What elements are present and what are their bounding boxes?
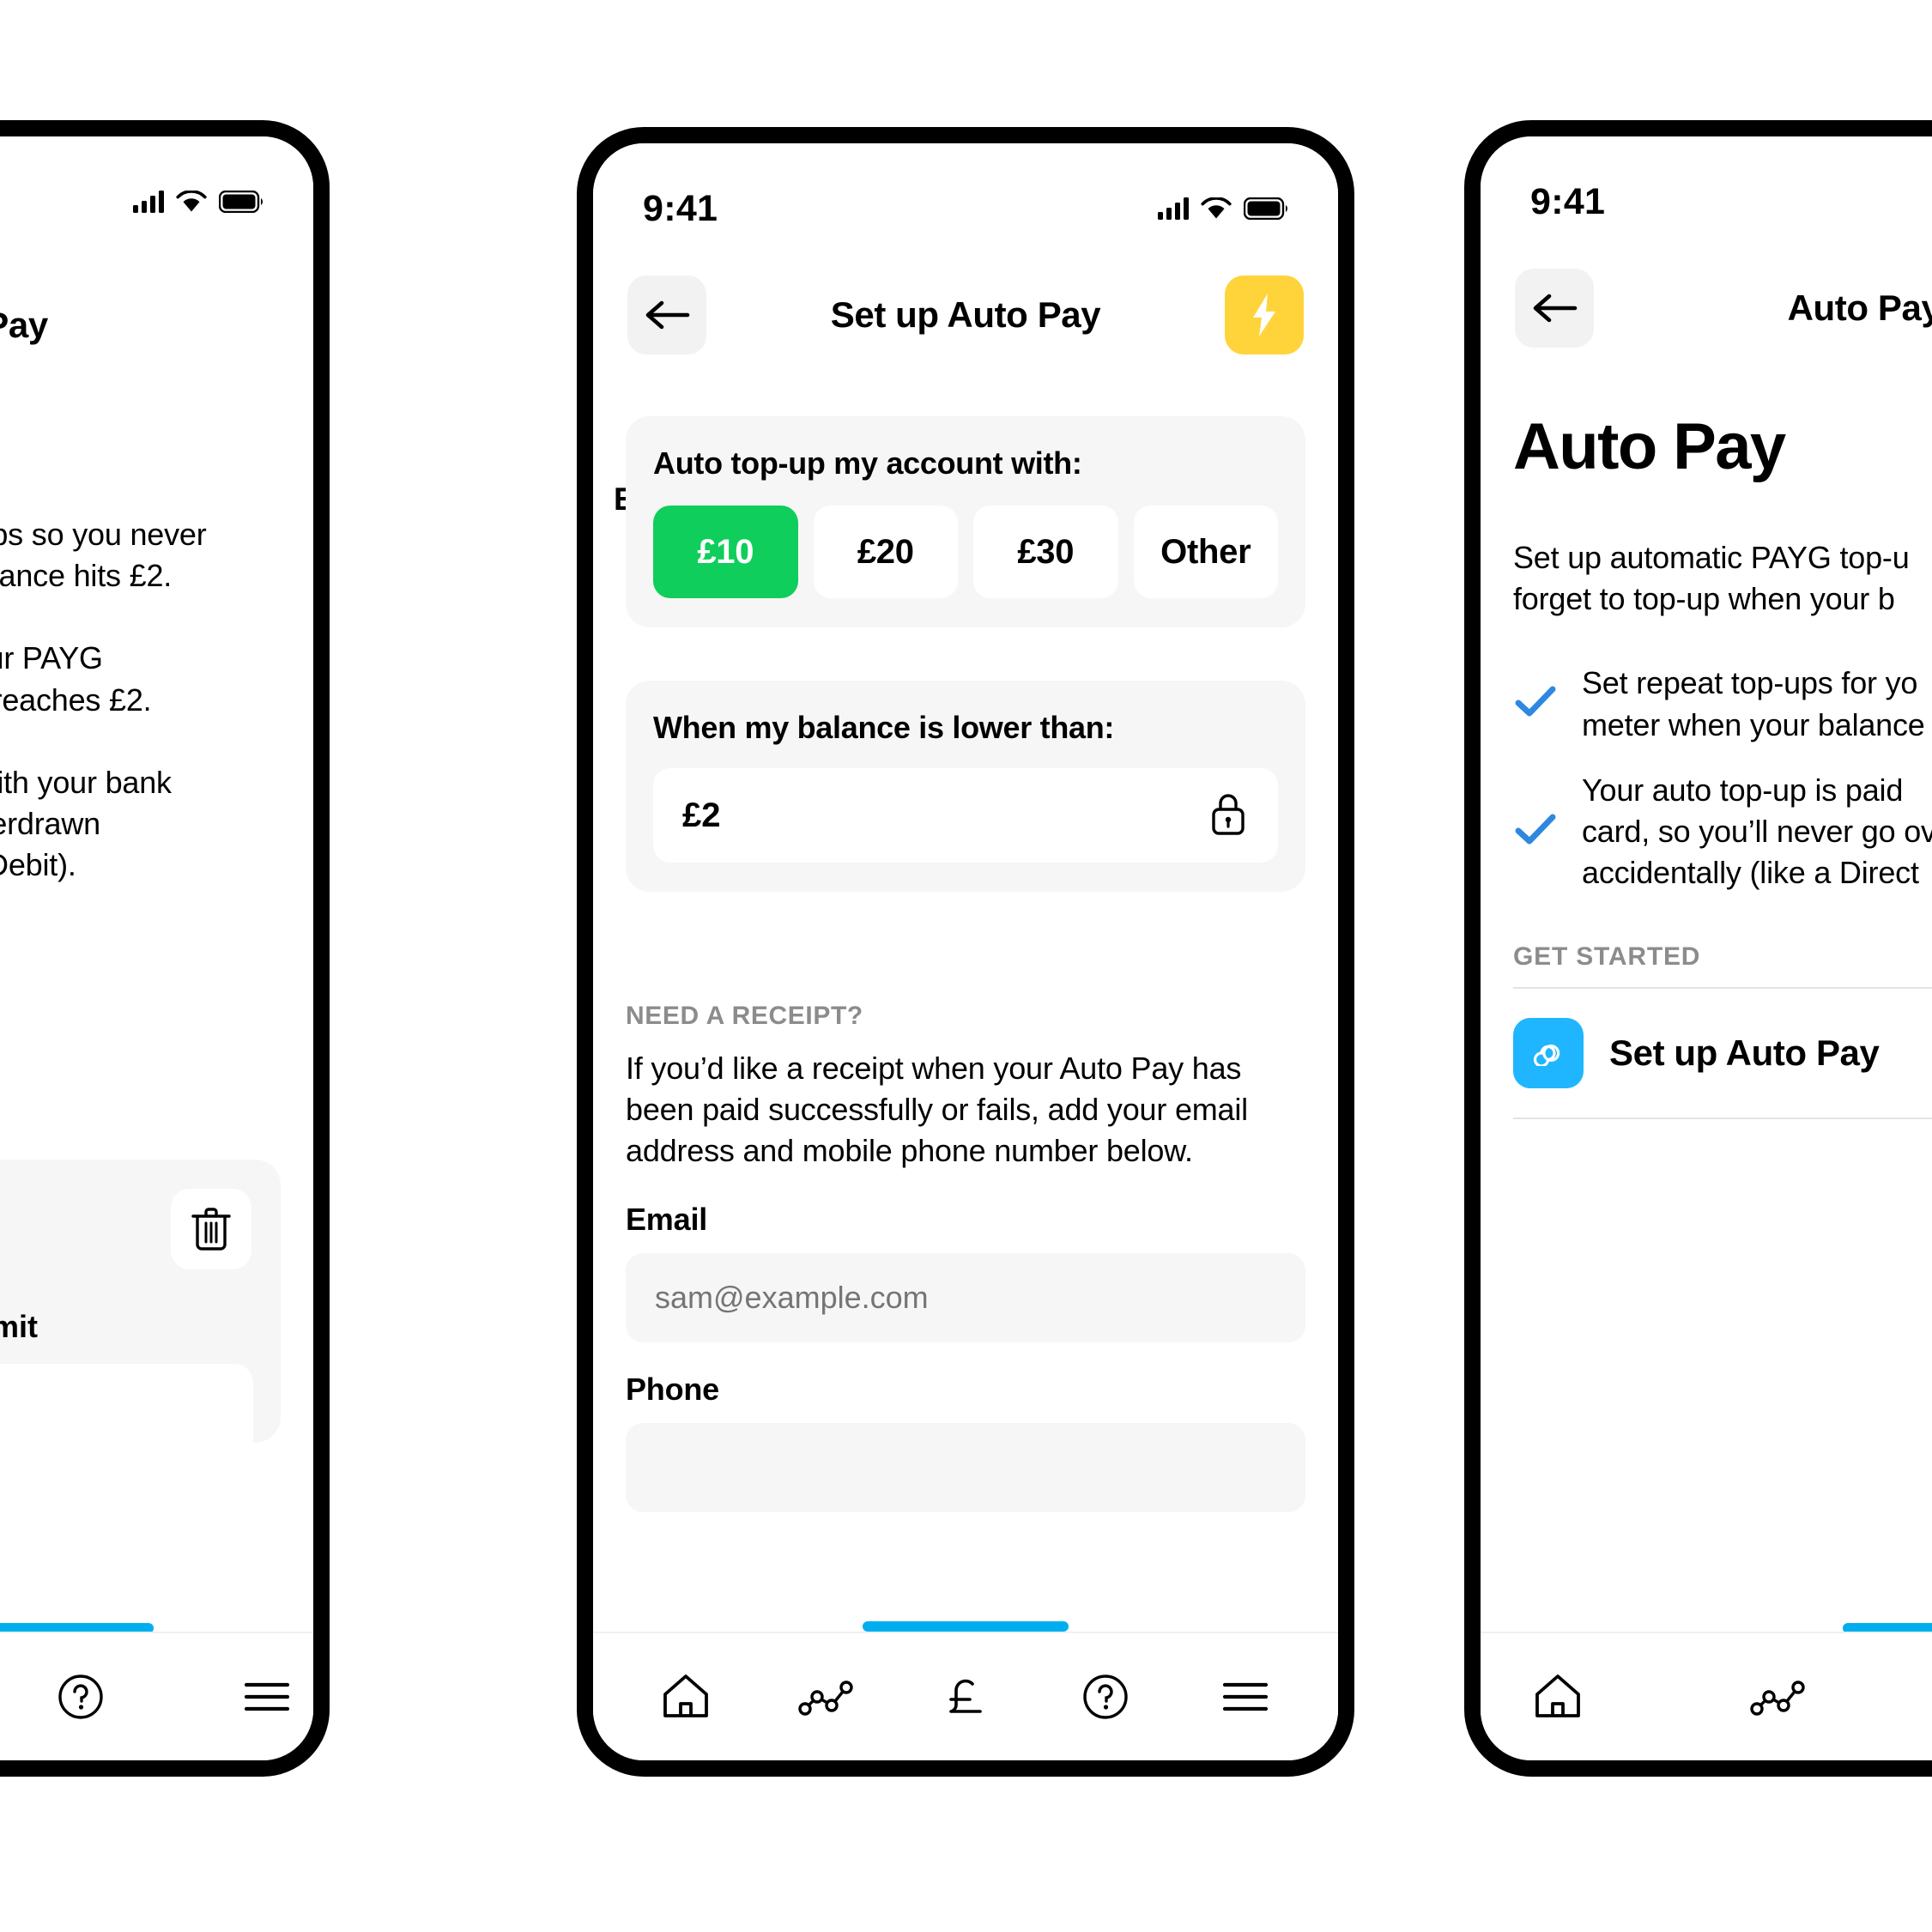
phone-label: Phone [626, 1371, 720, 1407]
right-navbar: Auto Pay [1481, 263, 1932, 353]
battery-icon [219, 191, 263, 213]
lock-icon [1208, 790, 1249, 841]
autopay-heading: Auto Pay [1513, 410, 1786, 483]
amount-option-other[interactable]: Other [1133, 506, 1278, 598]
left-navbar: Auto Pay [0, 281, 313, 370]
autopay-intro: Set up automatic PAYG top-u forget to to… [1513, 540, 1910, 617]
page-title: Set up Auto Pay [830, 294, 1101, 335]
tab-usage[interactable] [778, 1650, 873, 1744]
check-icon [1513, 684, 1558, 724]
balance-threshold-value: £2 [682, 796, 721, 834]
topup-amount-card: Auto top-up my account with: £10 £20 £30… [626, 416, 1305, 627]
left-paragraph-2: op-ups for your PAYG your balance reache… [0, 640, 152, 718]
left-credit-limit-card: Credit limit £2.00 [0, 1160, 281, 1457]
amount-option-20[interactable]: £20 [813, 506, 958, 598]
amount-option-30[interactable]: £30 [973, 506, 1118, 598]
status-time: 9:41 [643, 187, 718, 229]
phone-input[interactable] [626, 1422, 1305, 1512]
receipt-body: If you’d like a receipt when your Auto P… [626, 1051, 1248, 1169]
battery-icon [1244, 197, 1288, 220]
benefit-text-2: Your auto top-up is paid card, so you’ll… [1582, 772, 1932, 891]
setup-autopay-label: Set up Auto Pay [1609, 1032, 1880, 1073]
phone-middle: 9:41 Set up Auto Pay Auto top-up my acco… [577, 127, 1354, 1777]
quick-action-button[interactable] [1225, 276, 1304, 354]
tab-usage[interactable] [1731, 1650, 1824, 1744]
lightning-bolt-icon [1253, 294, 1275, 336]
left-tab-bar [0, 1632, 313, 1760]
amount-options: £10 £20 £30 Other [653, 506, 1278, 598]
pound-icon [949, 1679, 982, 1713]
amount-option-10[interactable]: £10 [653, 506, 798, 598]
right-content: Auto Pay Set up automatic PAYG top-u for… [1513, 409, 1932, 1119]
tab-help[interactable] [57, 1650, 106, 1744]
phone-left: Auto Pay c PAYG top-ups so you never whe… [0, 120, 330, 1777]
status-icons [1158, 197, 1288, 220]
usage-chart-icon [798, 1681, 853, 1716]
screenshot-canvas: Auto Pay c PAYG top-ups so you never whe… [0, 0, 1932, 1932]
credit-limit-value[interactable]: £2.00 [0, 1364, 253, 1457]
back-button[interactable] [627, 276, 706, 354]
setup-autopay-row[interactable]: Set up Auto Pay [1513, 989, 1932, 1117]
status-time: 9:41 [1530, 180, 1606, 222]
balance-threshold-card: When my balance is lower than: £2 [626, 681, 1305, 892]
page-title: Auto Pay [1787, 288, 1932, 328]
tab-home[interactable] [1511, 1650, 1604, 1744]
right-status-bar: 9:41 [1481, 136, 1932, 233]
signal-icon [1158, 197, 1189, 220]
receipt-section: NEED A RECEIPT? If you’d like a receipt … [626, 1002, 1305, 1512]
left-paragraph-1: c PAYG top-ups so you never when your ba… [0, 517, 207, 594]
wifi-icon [176, 191, 207, 213]
tab-menu[interactable] [1198, 1650, 1293, 1744]
back-arrow-icon [1533, 294, 1578, 323]
usage-chart-icon [1750, 1681, 1805, 1716]
left-page-title: Auto Pay [0, 305, 48, 345]
left-paragraph-3: p-up is paid with your bank ll never go … [0, 764, 172, 883]
balance-threshold-field: £2 [653, 768, 1278, 863]
get-started-label: GET STARTED [1513, 942, 1701, 971]
back-button[interactable] [1515, 269, 1594, 348]
benefit-item-2: Your auto top-up is paid card, so you’ll… [1513, 770, 1932, 894]
middle-status-bar: 9:41 [593, 143, 1338, 239]
tab-menu[interactable] [242, 1650, 291, 1744]
tab-help[interactable] [1058, 1650, 1153, 1744]
email-label: Email [626, 1201, 708, 1237]
right-tab-bar [1481, 1632, 1932, 1760]
right-screen: 9:41 Auto Pay Auto Pay Set up automatic … [1481, 136, 1932, 1760]
wifi-icon [1201, 197, 1232, 220]
tab-home[interactable] [639, 1650, 733, 1744]
infinity-icon [1513, 1017, 1584, 1088]
help-icon [58, 1675, 103, 1719]
left-status-bar [0, 136, 313, 233]
credit-limit-fields: £2.00 [0, 1364, 253, 1457]
signal-icon [133, 191, 164, 213]
middle-screen: 9:41 Set up Auto Pay Auto top-up my acco… [593, 143, 1338, 1760]
help-icon [1083, 1675, 1128, 1719]
topup-amount-title: Auto top-up my account with: [653, 445, 1082, 481]
benefit-item-1: Set repeat top-ups for yo meter when you… [1513, 663, 1932, 745]
credit-limit-label: Credit limit [0, 1309, 38, 1344]
left-body-text: c PAYG top-ups so you never when your ba… [0, 514, 279, 887]
balance-threshold-title: When my balance is lower than: [653, 710, 1115, 745]
menu-icon [244, 1682, 289, 1711]
check-icon [1513, 812, 1558, 852]
middle-navbar: Set up Auto Pay [593, 270, 1338, 360]
receipt-eyebrow: NEED A RECEIPT? [626, 1002, 863, 1030]
home-icon [1535, 1675, 1580, 1717]
phone-right: 9:41 Auto Pay Auto Pay Set up automatic … [1464, 120, 1932, 1777]
benefit-text-1: Set repeat top-ups for yo meter when you… [1582, 665, 1925, 742]
status-icons [133, 191, 263, 213]
left-screen: Auto Pay c PAYG top-ups so you never whe… [0, 136, 313, 1760]
menu-icon [1223, 1682, 1269, 1711]
home-indicator [863, 1621, 1069, 1632]
divider-bottom [1513, 1117, 1932, 1119]
trash-icon [191, 1208, 231, 1251]
email-input[interactable] [626, 1252, 1305, 1342]
back-arrow-icon [645, 300, 690, 330]
middle-tab-bar [593, 1632, 1338, 1760]
delete-button[interactable] [171, 1189, 251, 1269]
home-icon [663, 1675, 708, 1717]
tab-pound[interactable] [918, 1650, 1013, 1744]
